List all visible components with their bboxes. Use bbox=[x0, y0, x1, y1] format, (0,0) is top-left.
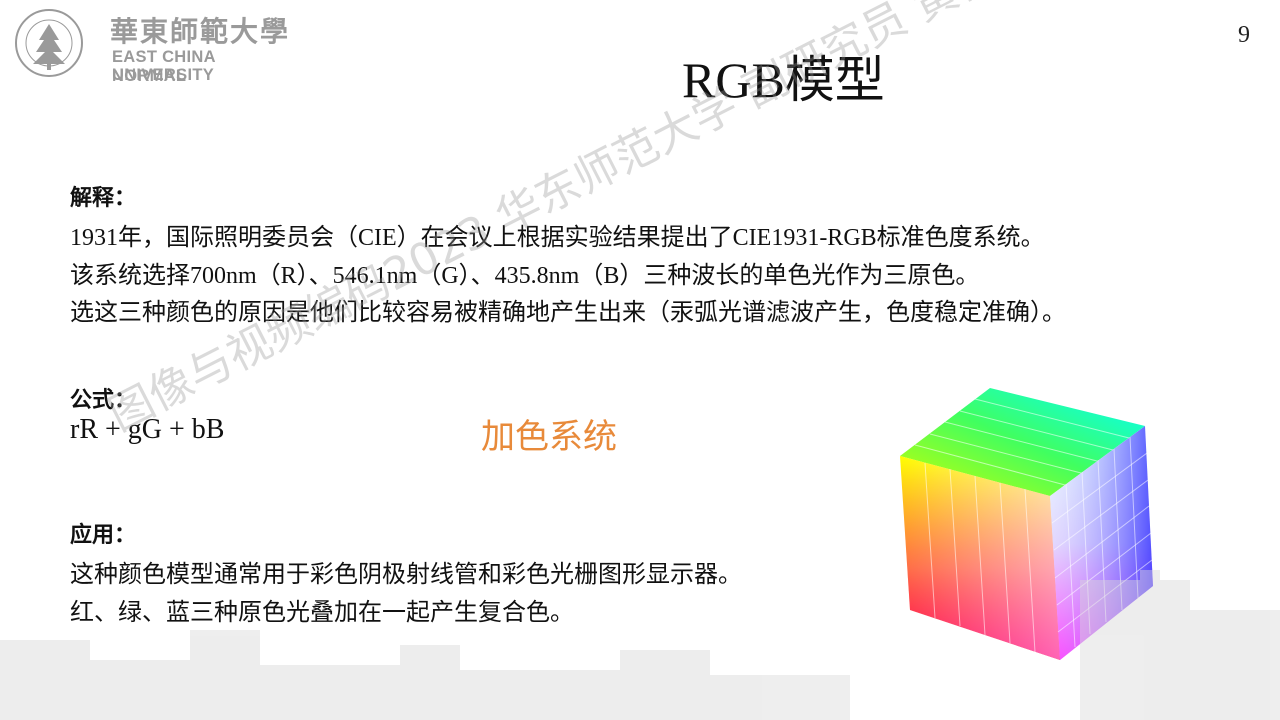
university-logo: 華東師範大學 EAST CHINA NORMAL UNIVERSITY bbox=[14, 8, 294, 85]
explanation-heading: 解释： bbox=[70, 186, 137, 211]
explanation-line-3: 选这三种颜色的原因是他们比较容易被精确地产生出来（汞弧光谱滤波产生，色度稳定准确… bbox=[70, 300, 1066, 326]
formula-heading: 公式： bbox=[70, 388, 137, 413]
additive-system-label: 加色系统 bbox=[481, 417, 617, 457]
page-number: 9 bbox=[1238, 22, 1250, 48]
university-seal-icon bbox=[15, 9, 83, 77]
logo-chinese-name: 華東師範大學 bbox=[110, 15, 291, 48]
explanation-line-2: 该系统选择700nm（R）、546.1nm（G）、435.8nm（B）三种波长的… bbox=[70, 263, 980, 289]
application-line-2: 红、绿、蓝三种原色光叠加在一起产生复合色。 bbox=[70, 600, 574, 626]
slide-title: RGB模型 bbox=[682, 52, 885, 108]
rgb-cube-image bbox=[900, 388, 1153, 660]
logo-english-line2: UNIVERSITY bbox=[112, 66, 215, 84]
explanation-line-1: 1931年，国际照明委员会（CIE）在会议上根据实验结果提出了CIE1931-R… bbox=[70, 225, 1045, 251]
application-line-1: 这种颜色模型通常用于彩色阴极射线管和彩色光栅图形显示器。 bbox=[70, 562, 742, 588]
formula-expression: rR + gG + bB bbox=[70, 414, 225, 445]
application-heading: 应用： bbox=[70, 523, 137, 548]
